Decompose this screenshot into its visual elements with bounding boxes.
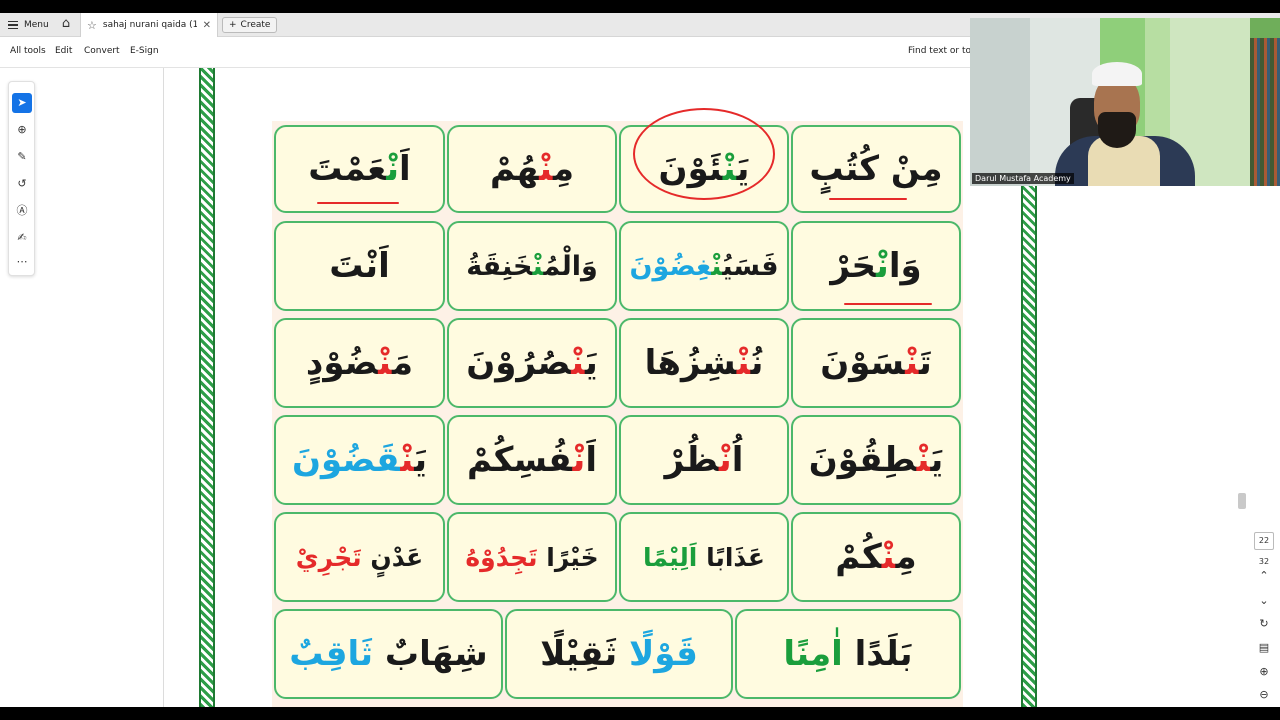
word-baladan-aminan: بَلَدًا اٰمِنًا — [783, 634, 913, 674]
red-underline-annotation — [317, 202, 399, 204]
word-qawlan-thaqila: قَوْلًا ثَقِيْلًا — [540, 634, 698, 674]
chevron-down-icon[interactable]: ⌄ — [1256, 593, 1272, 609]
more-icon[interactable]: ⋯ — [12, 252, 32, 272]
highlight-pen-icon[interactable]: ✎ — [12, 147, 32, 167]
all-tools-menu[interactable]: All tools — [10, 46, 46, 56]
comment-icon[interactable]: ⊕ — [12, 120, 32, 140]
pdf-page: مِنْ كُتُبٍ يَنْئَوْنَ مِنْهُمْ اَنْعَمْ… — [199, 68, 1037, 707]
word-unzur: اُنْظُرْ — [664, 440, 744, 480]
document-tab[interactable]: ☆ sahaj nurani qaida (1-18)... ✕ — [80, 13, 218, 37]
word-cell: اُنْظُرْ — [619, 415, 789, 505]
stamp-icon[interactable]: ✍ — [12, 228, 32, 248]
word-cell: مِنْهُمْ — [447, 125, 617, 213]
zoom-in-icon[interactable]: ⊕ — [1256, 664, 1272, 680]
word-minkum: مِنْكُمْ — [835, 537, 917, 577]
lasso-icon[interactable]: ↺ — [12, 174, 32, 194]
home-icon[interactable]: ⌂ — [58, 16, 74, 32]
word-shihabun-thaqib: شِهَابٌ ثَاقِبٌ — [289, 634, 488, 674]
word-anta: اَنْتَ — [329, 246, 390, 286]
word-wanhar: وَانْحَرْ — [830, 246, 922, 286]
close-tab-icon[interactable]: ✕ — [203, 20, 211, 31]
menu-button[interactable]: Menu — [8, 17, 49, 33]
zoom-out-icon[interactable]: ⊖ — [1256, 687, 1272, 703]
word-cell: اَنْفُسِكُمْ — [447, 415, 617, 505]
esign-menu[interactable]: E-Sign — [130, 46, 159, 56]
rotate-icon[interactable]: ↻ — [1256, 616, 1272, 632]
plus-icon: + — [229, 20, 237, 30]
word-yantiquna: يَنْطِقُوْنَ — [808, 440, 944, 480]
left-pane-divider — [163, 68, 164, 707]
tool-rail: ➤ ⊕ ✎ ↺ Ⓐ ✍ ⋯ — [8, 81, 35, 276]
text-box-icon[interactable]: Ⓐ — [12, 201, 32, 221]
word-cell: تَنْسَوْنَ — [791, 318, 961, 408]
star-icon[interactable]: ☆ — [87, 19, 97, 32]
total-pages: 32 — [1258, 557, 1270, 566]
word-mandudin: مَنْضُوْدٍ — [305, 343, 414, 383]
word-yanqaduna: يَنْقَضُوْنَ — [292, 440, 427, 480]
current-page-input[interactable]: 22 — [1254, 532, 1274, 550]
bookshelf — [1250, 38, 1280, 186]
hamburger-icon — [8, 21, 18, 29]
scrollbar-thumb[interactable] — [1238, 493, 1246, 509]
word-fasayunghiduna: فَسَيُنْغِضُوْنَ — [629, 250, 779, 282]
word-adnin-tajri: عَدْنٍ تَجْرِيْ — [295, 542, 424, 572]
create-button[interactable]: + Create — [222, 17, 278, 33]
page-icon[interactable]: ▤ — [1256, 640, 1272, 656]
red-underline-annotation — [844, 303, 932, 305]
word-min-kutubin: مِنْ كُتُبٍ — [809, 149, 943, 189]
select-cursor-icon[interactable]: ➤ — [12, 93, 32, 113]
word-anfusikum: اَنْفُسِكُمْ — [467, 440, 597, 480]
webcam-overlay: Darul Mustafa Academy — [970, 18, 1280, 186]
edit-menu[interactable]: Edit — [55, 46, 72, 56]
word-cell: نُنْشِزُهَا — [619, 318, 789, 408]
create-label: Create — [240, 20, 271, 30]
word-cell: عَذَابًا اَلِيْمًا — [619, 512, 789, 602]
word-cell: شِهَابٌ ثَاقِبٌ — [274, 609, 503, 699]
presenter-cap — [1092, 62, 1142, 86]
left-border-vine — [199, 68, 215, 707]
word-tansawna: تَنْسَوْنَ — [820, 343, 932, 383]
word-khayran-tajiduhu: خَيْرًا تَجِدُوْهُ — [465, 542, 599, 572]
word-cell: خَيْرًا تَجِدُوْهُ — [447, 512, 617, 602]
word-cell: اَنْعَمْتَ — [274, 125, 445, 213]
word-anamta: اَنْعَمْتَ — [308, 149, 411, 189]
word-cell: مِنْكُمْ — [791, 512, 961, 602]
word-cell: يَنْصُرُوْنَ — [447, 318, 617, 408]
word-walmunkhaniqa: وَالْمُنْخَنِقَةُ — [466, 250, 598, 282]
chevron-up-icon[interactable]: ⌃ — [1256, 568, 1272, 584]
word-cell: يَنْقَضُوْنَ — [274, 415, 445, 505]
menu-label: Menu — [24, 20, 49, 30]
word-cell: وَالْمُنْخَنِقَةُ — [447, 221, 617, 311]
word-minhum: مِنْهُمْ — [489, 149, 575, 189]
word-grid: مِنْ كُتُبٍ يَنْئَوْنَ مِنْهُمْ اَنْعَمْ… — [272, 121, 963, 707]
red-circle-annotation — [633, 108, 775, 200]
presenter-beard — [1098, 112, 1136, 148]
document-tab-title: sahaj nurani qaida (1-18)... — [102, 20, 197, 30]
word-cell: بَلَدًا اٰمِنًا — [735, 609, 961, 699]
word-cell: اَنْتَ — [274, 221, 445, 311]
word-yansuruna: يَنْصُرُوْنَ — [466, 343, 598, 383]
word-cell: قَوْلًا ثَقِيْلًا — [505, 609, 733, 699]
word-cell: عَدْنٍ تَجْرِيْ — [274, 512, 445, 602]
word-cell: وَانْحَرْ — [791, 221, 961, 311]
webcam-name-label: Darul Mustafa Academy — [972, 173, 1074, 184]
red-underline-annotation — [829, 198, 907, 200]
word-cell: فَسَيُنْغِضُوْنَ — [619, 221, 789, 311]
word-adhaban-alima: عَذَابًا اَلِيْمًا — [643, 542, 765, 572]
word-cell: مَنْضُوْدٍ — [274, 318, 445, 408]
word-nunshizuha: نُنْشِزُهَا — [644, 343, 764, 383]
convert-menu[interactable]: Convert — [84, 46, 120, 56]
word-cell: يَنْطِقُوْنَ — [791, 415, 961, 505]
